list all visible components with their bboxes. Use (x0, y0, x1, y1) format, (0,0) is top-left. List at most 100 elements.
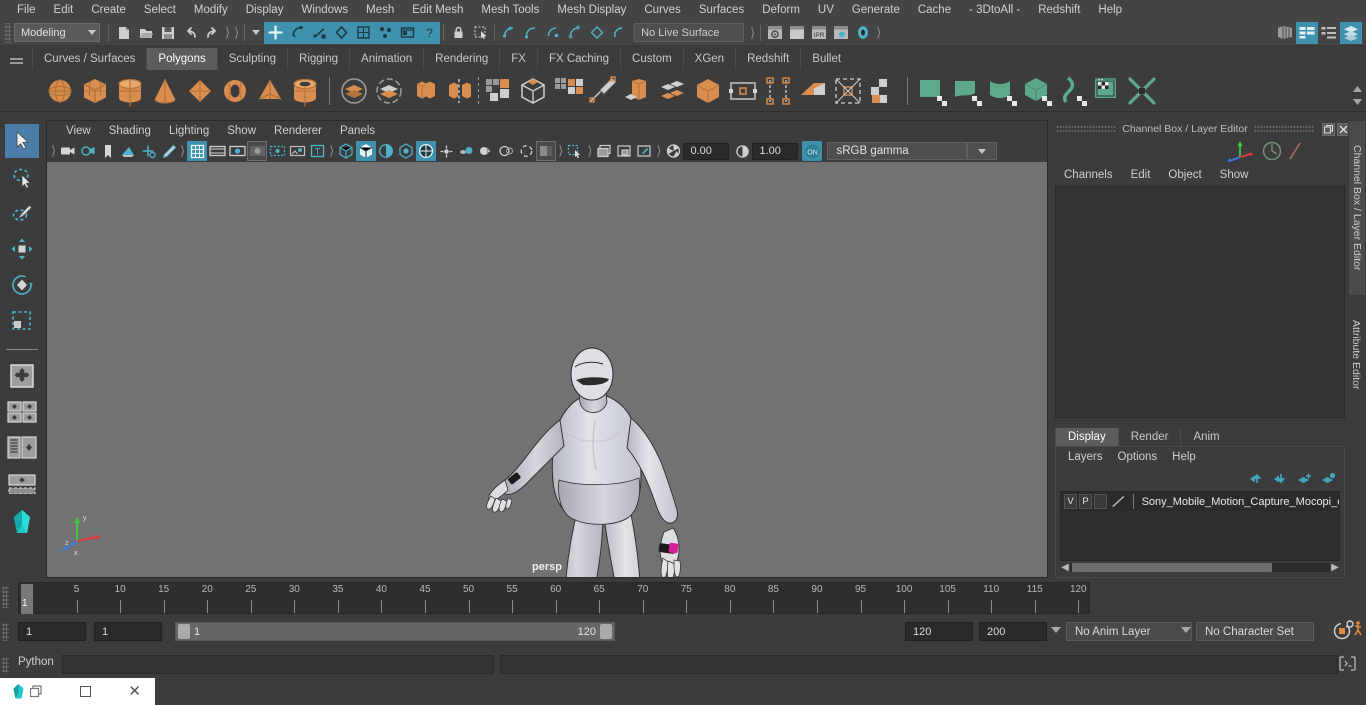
poly-append-icon[interactable] (727, 75, 759, 107)
layer-editor-menu-layers[interactable]: Layers (1062, 449, 1112, 465)
select-by-object-icon[interactable] (286, 21, 309, 44)
layer-editor-menu-help[interactable]: Help (1166, 449, 1205, 465)
channel-box-menu-edit[interactable]: Edit (1123, 167, 1161, 183)
menu-item-mesh[interactable]: Mesh (357, 1, 403, 19)
x-ray-display-icon[interactable] (536, 141, 557, 161)
select-by-hierarchy-icon[interactable] (264, 21, 287, 44)
smooth-shade-icon[interactable] (356, 141, 377, 161)
select-by-render-icon[interactable] (352, 21, 375, 44)
animation-preferences-icon[interactable] (1345, 619, 1365, 639)
anim-start-field[interactable]: 1 (18, 622, 86, 641)
poly-smooth-icon[interactable] (517, 75, 549, 107)
shelf-tab-redshift[interactable]: Redshift (735, 48, 801, 70)
menu-item-modify[interactable]: Modify (185, 1, 237, 19)
isolate-select-icon[interactable] (516, 141, 536, 161)
layer-editor-tab-render[interactable]: Render (1117, 428, 1181, 446)
paint-select-tool[interactable] (5, 196, 39, 230)
character-set-select[interactable]: No Character Set (1196, 622, 1314, 641)
menu-item-edit-mesh[interactable]: Edit Mesh (403, 1, 472, 19)
menu-item-create[interactable]: Create (82, 1, 135, 19)
depth-of-field-icon[interactable] (496, 141, 516, 161)
shelf-tab-rigging[interactable]: Rigging (287, 48, 350, 70)
layer-list[interactable]: V P Sony_Mobile_Motion_Capture_Mocopi_on… (1060, 491, 1340, 561)
command-line-input[interactable] (62, 655, 494, 674)
poly-cylinder-icon[interactable] (114, 75, 146, 107)
new-scene-icon[interactable] (113, 22, 135, 44)
gate-mask-icon[interactable] (247, 141, 268, 161)
poly-insert-edge-loop-icon[interactable] (762, 75, 794, 107)
chevron-down-icon[interactable] (1051, 627, 1061, 633)
grease-pencil-icon[interactable] (158, 141, 178, 161)
channel-box-menu-object[interactable]: Object (1160, 167, 1211, 183)
playblast-icon[interactable] (614, 141, 634, 161)
shelf-menu-icon[interactable] (4, 48, 28, 70)
menu-item-windows[interactable]: Windows (292, 1, 357, 19)
shelf-tab-bullet[interactable]: Bullet (800, 48, 853, 70)
move-layer-down-icon[interactable] (1273, 472, 1288, 485)
menu-item-select[interactable]: Select (135, 1, 185, 19)
viewport-menu-renderer[interactable]: Renderer (265, 123, 331, 139)
lock-camera-icon[interactable] (78, 141, 98, 161)
viewport-menu-show[interactable]: Show (218, 123, 265, 139)
render-current-frame-icon[interactable] (764, 22, 786, 44)
shelf-tab-curves-surfaces[interactable]: Curves / Surfaces (32, 48, 147, 70)
anim-end-field[interactable]: 200 (979, 622, 1047, 641)
command-line-language-label[interactable]: Python (18, 656, 54, 668)
poly-pyramid-icon[interactable] (254, 75, 286, 107)
time-slider-track[interactable]: 5 10 15 20 25 30 35 40 45 50 55 60 65 70 75 80 85 90 95 100… (18, 582, 1090, 614)
poly-separate-icon[interactable] (443, 75, 475, 107)
channel-box-menu-show[interactable]: Show (1212, 167, 1259, 183)
uv-planar-icon[interactable] (951, 75, 983, 107)
uv-cut-icon[interactable] (1126, 75, 1158, 107)
uv-editor-icon[interactable] (916, 75, 948, 107)
poly-target-weld-icon[interactable] (867, 75, 899, 107)
color-management-select[interactable]: sRGB gamma (827, 142, 968, 160)
color-picker-icon[interactable] (634, 141, 654, 161)
manip-axis-icon[interactable] (1224, 139, 1304, 163)
rotate-tool[interactable] (5, 268, 39, 302)
viewport-menu-panels[interactable]: Panels (331, 123, 384, 139)
snap-to-curve-icon[interactable] (520, 22, 542, 44)
menu-item-curves[interactable]: Curves (635, 1, 689, 19)
snap-to-grid-icon[interactable] (498, 22, 520, 44)
outliner-icon[interactable] (1274, 22, 1296, 44)
select-tool[interactable] (5, 124, 39, 158)
shaded-textured-icon[interactable] (376, 141, 396, 161)
create-layer-from-selected-icon[interactable] (1321, 472, 1336, 485)
chevron-down-icon[interactable] (1181, 627, 1191, 633)
single-pane-layout[interactable] (5, 359, 39, 393)
poly-booleans-union-icon[interactable] (338, 75, 370, 107)
highlight-selection-icon[interactable] (469, 22, 491, 44)
menu-item-surfaces[interactable]: Surfaces (690, 1, 753, 19)
scroll-thumb[interactable] (1072, 563, 1272, 572)
poly-torus-icon[interactable] (219, 75, 251, 107)
menu-item-3dtoall[interactable]: - 3DtoAll - (960, 1, 1029, 19)
shelf-tab-fx[interactable]: FX (499, 48, 537, 70)
ipr-render-icon[interactable]: IPR (808, 22, 830, 44)
close-window-icon[interactable]: ✕ (128, 684, 141, 699)
lock-icon[interactable] (447, 22, 469, 44)
make-live-icon[interactable] (608, 22, 630, 44)
render-sequence-icon[interactable] (786, 22, 808, 44)
undo-icon[interactable] (179, 22, 201, 44)
image-plane-icon[interactable] (118, 141, 138, 161)
bookmark-icon[interactable] (98, 141, 118, 161)
layer-visibility-toggle[interactable]: V (1064, 494, 1078, 509)
poly-bridge-icon[interactable] (692, 75, 724, 107)
outliner-persp-layout[interactable] (5, 431, 39, 465)
menu-item-file[interactable]: File (8, 1, 45, 19)
color-management-dropdown[interactable] (967, 142, 998, 160)
shelf-tab-animation[interactable]: Animation (349, 48, 424, 70)
layer-color-swatch[interactable] (1110, 494, 1128, 509)
menu-item-redshift[interactable]: Redshift (1029, 1, 1089, 19)
two-pane-layout[interactable] (5, 395, 39, 429)
select-misc-icon[interactable]: ? (418, 21, 441, 44)
texture-icon[interactable]: T (307, 141, 327, 161)
redo-icon[interactable] (201, 22, 223, 44)
resolution-gate-icon[interactable] (227, 141, 247, 161)
anim-layer-select[interactable]: No Anim Layer (1066, 622, 1192, 641)
snap-to-view-plane-icon[interactable] (586, 22, 608, 44)
layer-name[interactable]: Sony_Mobile_Motion_Capture_Mocopi_on_ (1142, 496, 1339, 508)
use-all-lights-icon[interactable] (396, 141, 416, 161)
screen-space-ao-icon[interactable] (436, 141, 456, 161)
